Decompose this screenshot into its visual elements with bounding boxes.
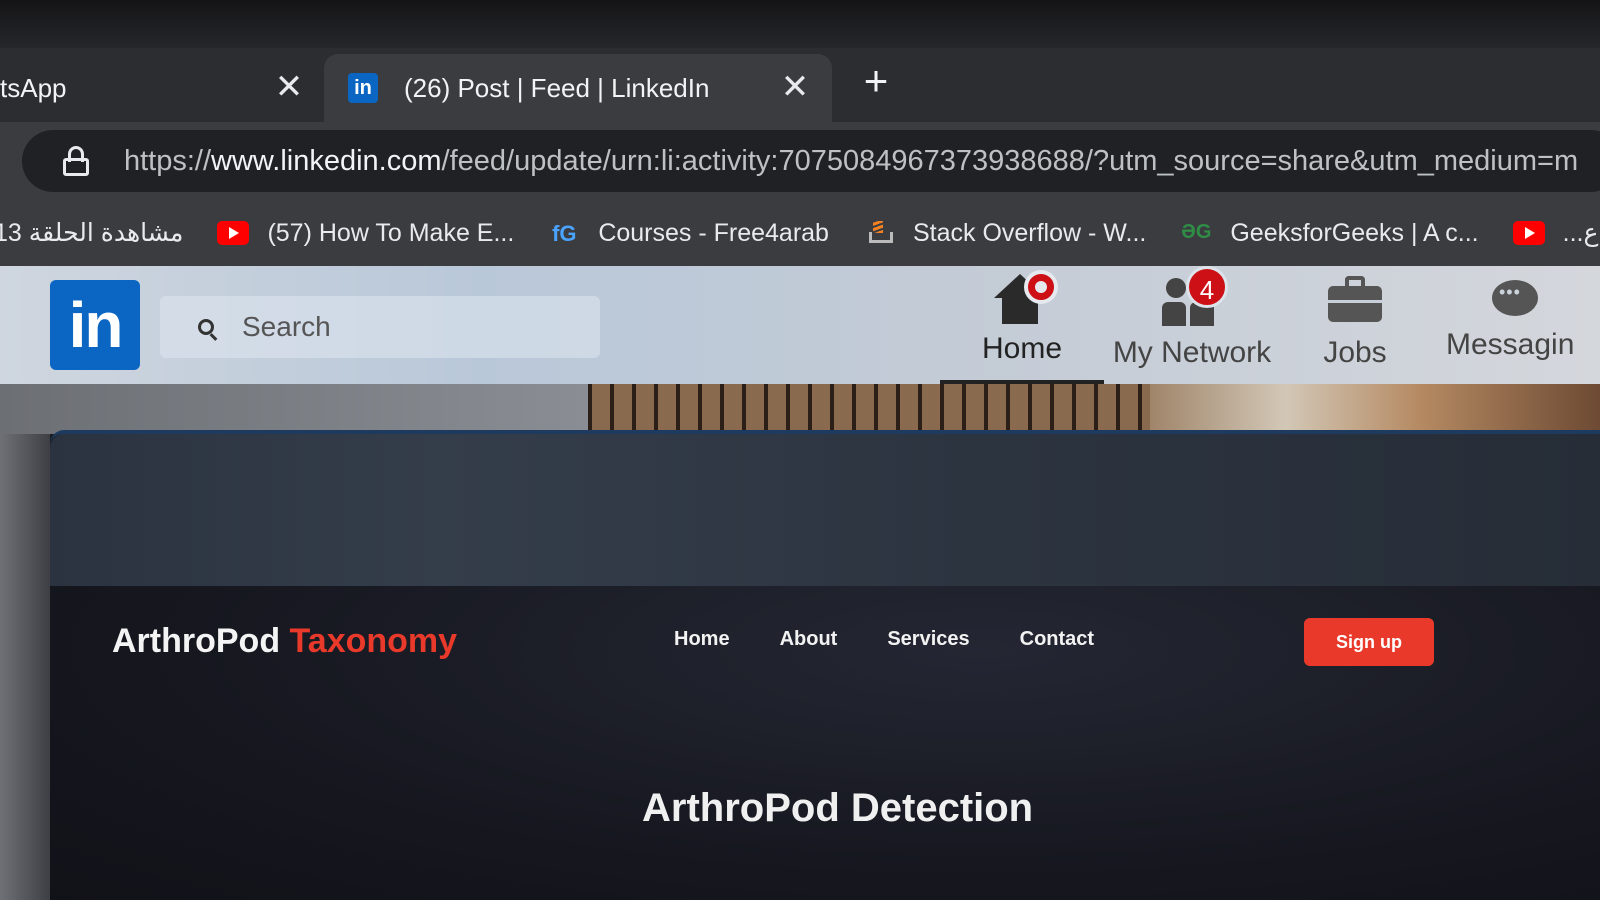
hero-title: ArthroPod Detection bbox=[642, 786, 1034, 830]
site-nav-contact: Contact bbox=[1019, 628, 1095, 650]
search-icon bbox=[198, 319, 214, 335]
linkedin-header: in Search Home 4 My Network Jobs Messagi… bbox=[0, 266, 1600, 384]
search-placeholder: Search bbox=[242, 311, 331, 342]
bookmark-stackoverflow[interactable]: Stack Overflow - W... bbox=[863, 219, 1146, 248]
bookmark-label: مشاهدة الحلقة 13 bbox=[0, 219, 184, 247]
site-nav-services: Services bbox=[887, 628, 970, 650]
bookmark-label: (57) How To Make E... bbox=[267, 218, 515, 247]
url-prefix: https:// bbox=[124, 144, 212, 177]
bookmarks-bar: مشاهدة الحلقة 13 (57) How To Make E... f… bbox=[0, 200, 1600, 266]
notification-dot bbox=[1024, 270, 1058, 304]
stackoverflow-icon bbox=[863, 221, 895, 245]
site-nav-about: About bbox=[779, 628, 838, 650]
tab-title: tsApp bbox=[0, 72, 67, 103]
cover-photo bbox=[588, 384, 1600, 434]
embedded-website-screenshot: ArthroPod Taxonomy Home About Services C… bbox=[50, 586, 1600, 900]
bookmark-episode-13[interactable]: مشاهدة الحلقة 13 bbox=[0, 218, 183, 248]
url-path: /feed/update/urn:li:activity:70750849673… bbox=[441, 144, 1579, 177]
bookmark-label: ...ع bbox=[1562, 219, 1599, 247]
post-image-top bbox=[50, 434, 1600, 586]
brand-main: ArthroPod bbox=[112, 622, 281, 660]
lock-icon[interactable] bbox=[62, 146, 90, 176]
feed-margin bbox=[0, 434, 50, 900]
youtube-icon bbox=[217, 221, 250, 245]
nav-jobs-label: Jobs bbox=[1323, 336, 1387, 369]
feed-background bbox=[0, 384, 588, 434]
url-domain: www.linkedin.com bbox=[211, 144, 442, 177]
nav-home-label: Home bbox=[981, 332, 1063, 365]
nav-jobs[interactable]: Jobs bbox=[1300, 266, 1410, 384]
notification-badge: 4 bbox=[1186, 266, 1228, 308]
geeksforgeeks-icon: ƏG bbox=[1181, 221, 1212, 243]
bookmark-free4arab[interactable]: fG Courses - Free4arab bbox=[548, 219, 829, 248]
nav-my-network[interactable]: 4 My Network bbox=[1104, 266, 1280, 384]
bookmark-label: Courses - Free4arab bbox=[598, 218, 829, 247]
close-icon[interactable]: ✕ bbox=[780, 70, 810, 104]
brand-accent: Taxonomy bbox=[289, 622, 458, 660]
new-tab-button[interactable]: + bbox=[856, 60, 896, 102]
post-card[interactable]: ArthroPod Taxonomy Home About Services C… bbox=[50, 430, 1600, 900]
nav-home[interactable]: Home bbox=[940, 266, 1104, 384]
tab-linkedin[interactable]: in (26) Post | Feed | LinkedIn ✕ bbox=[324, 54, 832, 122]
search-input[interactable]: Search bbox=[160, 296, 600, 358]
linkedin-logo[interactable]: in bbox=[50, 280, 140, 370]
close-icon[interactable]: ✕ bbox=[274, 70, 304, 104]
bookmark-label: GeeksforGeeks | A c... bbox=[1230, 218, 1479, 247]
address-bar-row: https://www.linkedin.com/feed/update/urn… bbox=[0, 122, 1600, 200]
bookmark-youtube-video[interactable]: (57) How To Make E... bbox=[217, 219, 514, 248]
site-nav: Home About Services Contact bbox=[674, 628, 1094, 651]
free4arab-icon: fG bbox=[552, 221, 577, 246]
briefcase-icon bbox=[1328, 276, 1382, 322]
browser-tab-strip: tsApp ✕ in (26) Post | Feed | LinkedIn ✕ bbox=[0, 48, 1600, 122]
screen-bezel bbox=[0, 0, 1600, 48]
site-brand: ArthroPod Taxonomy bbox=[112, 622, 457, 661]
nav-messaging[interactable]: Messagin bbox=[1440, 266, 1600, 384]
tab-title: (26) Post | Feed | LinkedIn bbox=[404, 72, 710, 103]
address-bar[interactable]: https://www.linkedin.com/feed/update/urn… bbox=[22, 130, 1600, 192]
linkedin-favicon-icon: in bbox=[348, 73, 378, 103]
nav-messaging-label: Messagin bbox=[1446, 328, 1575, 361]
bookmark-geeksforgeeks[interactable]: ƏG GeeksforGeeks | A c... bbox=[1180, 219, 1478, 248]
bookmark-youtube-arabic[interactable]: ...ع bbox=[1512, 218, 1599, 248]
message-icon bbox=[1492, 280, 1538, 316]
url-text[interactable]: https://www.linkedin.com/feed/update/urn… bbox=[124, 145, 1578, 178]
nav-network-label: My Network bbox=[1112, 336, 1272, 369]
signup-button: Sign up bbox=[1304, 618, 1434, 666]
site-nav-home: Home bbox=[674, 628, 730, 650]
youtube-icon bbox=[1512, 221, 1545, 245]
tab-whatsapp[interactable]: tsApp ✕ bbox=[0, 54, 320, 122]
bookmark-label: Stack Overflow - W... bbox=[912, 218, 1147, 247]
